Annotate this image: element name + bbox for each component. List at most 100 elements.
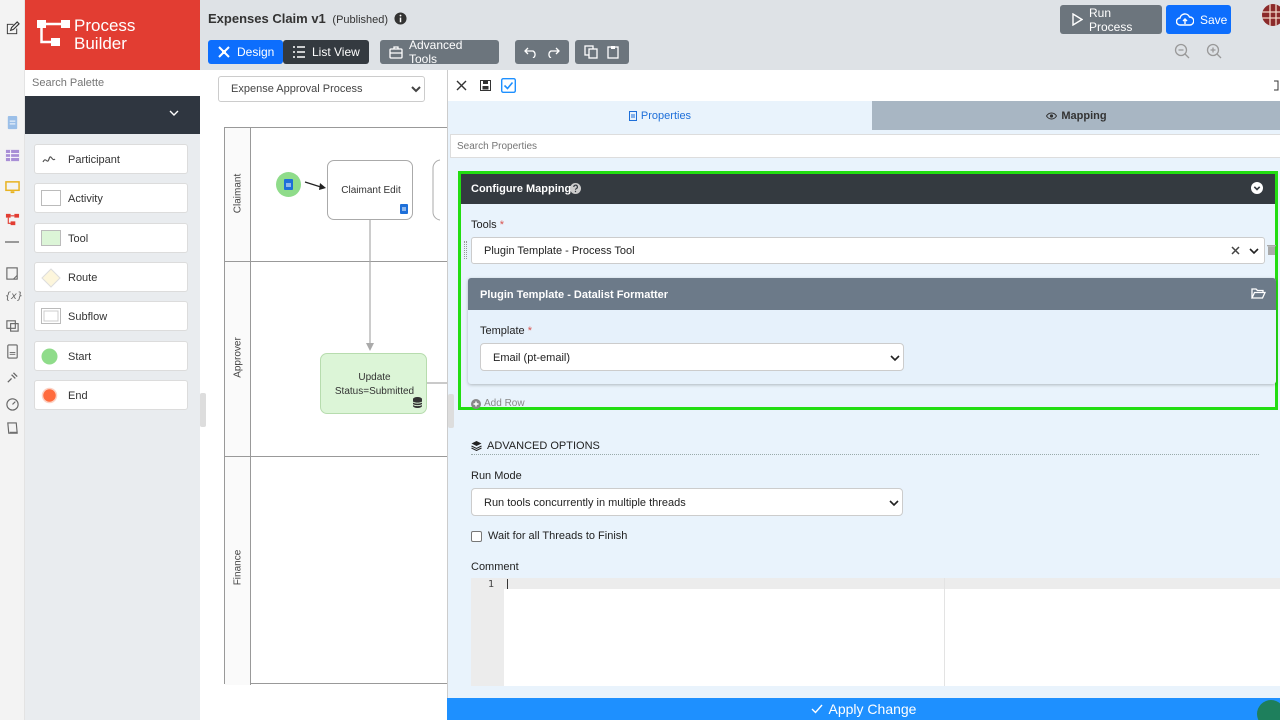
chevron-down-icon <box>169 110 179 117</box>
avatar[interactable] <box>1262 4 1280 26</box>
palette-item-activity[interactable]: Activity <box>34 183 188 213</box>
info-icon[interactable] <box>394 12 407 25</box>
run-process-button[interactable]: Run Process <box>1060 5 1162 34</box>
palette-item-tool[interactable]: Tool <box>34 223 188 253</box>
edit-icon[interactable] <box>5 21 20 36</box>
tools-label-text: Tools <box>471 219 497 231</box>
save-props-icon[interactable] <box>480 80 491 91</box>
process-canvas[interactable]: Expense Approval Process Claimant Approv… <box>200 70 455 720</box>
palette-category-dropdown[interactable] <box>25 96 200 134</box>
folder-open-icon[interactable] <box>1251 288 1266 299</box>
delete-icon[interactable] <box>1267 244 1276 255</box>
layers-icon <box>471 440 482 451</box>
zoom-in-icon[interactable] <box>1206 43 1222 59</box>
tab-mapping[interactable]: Mapping <box>872 101 1280 130</box>
notes-icon[interactable] <box>5 421 20 436</box>
tools-select[interactable]: Plugin Template - Process Tool <box>471 237 1265 264</box>
end-icon <box>41 387 58 404</box>
drag-handle[interactable] <box>464 241 467 259</box>
required-mark: * <box>527 325 532 337</box>
template-label: Template * <box>480 325 532 337</box>
copy-icon[interactable] <box>584 45 598 59</box>
palette-item-start[interactable]: Start <box>34 341 188 371</box>
configure-mapping-header[interactable]: Configure Mapping <box>461 174 1275 204</box>
palette-item-label: Subflow <box>68 311 108 323</box>
save-button[interactable]: Save <box>1166 5 1231 34</box>
palette-item-label: Start <box>68 351 92 363</box>
help-icon[interactable] <box>570 183 581 194</box>
panel-resize-handle[interactable] <box>448 394 454 428</box>
wait-threads-checkbox[interactable] <box>471 530 482 542</box>
form-icon[interactable] <box>5 115 20 130</box>
palette-item-end[interactable]: End <box>34 380 188 410</box>
palette-collapse-handle[interactable] <box>200 393 206 427</box>
document-icon <box>628 110 637 121</box>
configure-mapping-section: Configure Mapping Tools * Plugin Templat… <box>458 171 1278 410</box>
chevron-down-icon <box>889 500 899 507</box>
palette-item-route[interactable]: Route <box>34 262 188 292</box>
undo-icon[interactable] <box>524 46 538 58</box>
design-icon <box>217 45 231 59</box>
run-mode-select[interactable]: Run tools concurrently in multiple threa… <box>471 488 903 516</box>
add-row-button[interactable]: Add Row <box>471 398 525 409</box>
add-row-label: Add Row <box>484 398 525 409</box>
apply-check-icon[interactable] <box>501 78 516 93</box>
document-icon[interactable] <box>5 344 20 359</box>
panel-toolbar <box>448 70 1280 101</box>
save-label: Save <box>1200 12 1228 27</box>
collapse-chevron-icon[interactable] <box>1251 182 1263 194</box>
userview-icon[interactable] <box>5 180 20 195</box>
comment-editor[interactable]: 1 <box>471 578 1280 686</box>
close-icon[interactable] <box>456 80 467 91</box>
advanced-tools-button[interactable]: Advanced Tools <box>380 38 499 66</box>
start-node[interactable] <box>276 172 301 197</box>
wait-threads-option[interactable]: Wait for all Threads to Finish <box>471 530 627 542</box>
rail-divider <box>5 241 19 243</box>
print-margin <box>944 578 945 686</box>
comment-label: Comment <box>471 561 519 573</box>
property-panel: Properties Mapping Configure Mapping Too… <box>447 70 1280 720</box>
line-gutter: 1 <box>471 578 504 686</box>
tab-properties[interactable]: Properties <box>448 101 872 130</box>
paste-icon[interactable] <box>606 45 620 59</box>
search-properties-input[interactable] <box>450 134 1280 158</box>
process-icon[interactable] <box>5 212 20 227</box>
palette-search-input[interactable] <box>25 70 200 96</box>
activity-claimant-edit[interactable]: Claimant Edit <box>327 160 413 220</box>
run-process-label: Run Process <box>1089 5 1133 34</box>
template-select[interactable]: Email (pt-email) <box>480 343 904 371</box>
left-icon-rail: {x} <box>0 0 25 720</box>
design-button[interactable]: Design <box>208 40 284 64</box>
list-view-button[interactable]: List View <box>283 40 369 64</box>
datalist-icon[interactable] <box>5 148 20 163</box>
palette-item-subflow[interactable]: Subflow <box>34 301 188 331</box>
clear-icon[interactable] <box>1231 246 1240 255</box>
node-label-line1: Update <box>358 372 391 383</box>
process-status: (Published) <box>332 14 389 26</box>
expand-icon[interactable] <box>1273 80 1279 91</box>
process-builder-logo[interactable]: Process Builder <box>25 0 200 70</box>
apply-change-button[interactable]: Apply Change <box>447 698 1280 720</box>
participant-icon <box>41 151 57 167</box>
redo-icon[interactable] <box>546 46 560 58</box>
performance-icon[interactable] <box>5 396 20 411</box>
message-icon[interactable] <box>5 318 20 333</box>
zoom-out-icon[interactable] <box>1174 43 1190 59</box>
section-title: Configure Mapping <box>471 183 572 195</box>
undo-redo-group <box>515 40 569 64</box>
variable-icon[interactable]: {x} <box>5 291 23 306</box>
plugin-icon[interactable] <box>5 370 20 385</box>
tool-update-status[interactable]: Update Status=Submitted <box>320 353 427 414</box>
plus-circle-icon <box>471 398 481 409</box>
process-builder-logo-icon <box>37 18 71 48</box>
properties-icon[interactable] <box>5 266 20 281</box>
play-icon <box>1072 13 1083 26</box>
datalist-formatter-header[interactable]: Plugin Template - Datalist Formatter <box>468 278 1276 310</box>
chevron-down-icon <box>1249 248 1259 255</box>
plugin-header-title: Plugin Template - Datalist Formatter <box>480 289 669 301</box>
subflow-icon <box>41 308 61 324</box>
palette-item-participant[interactable]: Participant <box>34 144 188 174</box>
text-cursor <box>507 579 508 589</box>
assistant-launcher-icon[interactable] <box>1257 700 1280 720</box>
tab-label: Properties <box>640 109 692 122</box>
